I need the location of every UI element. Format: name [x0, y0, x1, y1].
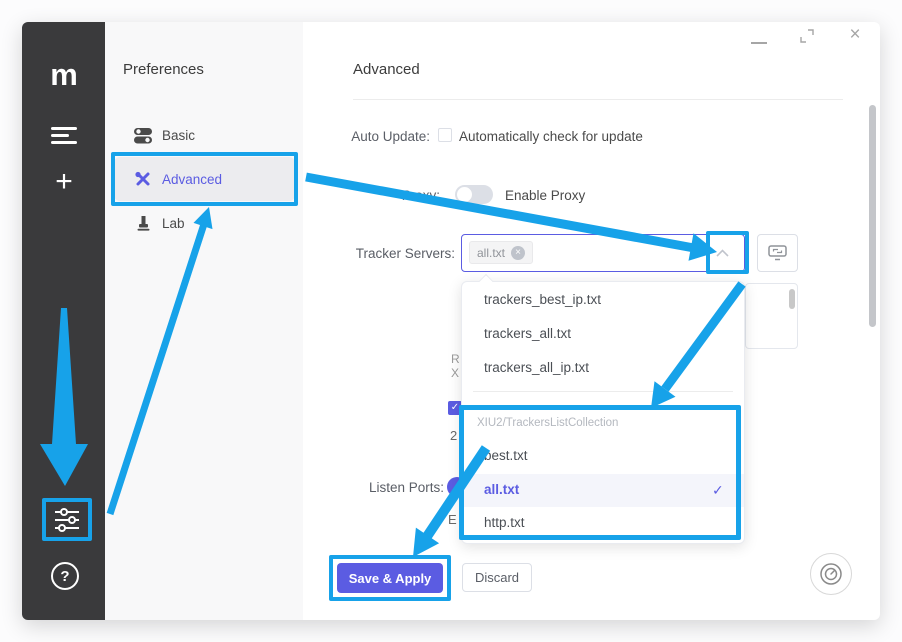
discard-button[interactable]: Discard [462, 563, 532, 592]
settings-sliders-icon[interactable] [53, 507, 81, 533]
proxy-option-label: Enable Proxy [505, 188, 585, 203]
title-divider [353, 99, 843, 100]
dropdown-group-divider [473, 391, 733, 392]
selected-tracker-tag: all.txt × [469, 241, 533, 264]
selected-check-icon: ✓ [712, 482, 724, 499]
listen-ports-label: Listen Ports: [264, 480, 444, 495]
add-task-icon[interactable]: + [48, 166, 80, 198]
page-scrollbar-thumb[interactable] [869, 105, 876, 327]
help-icon[interactable]: ? [51, 562, 79, 590]
hidden-caption-fragment-1: R [451, 352, 460, 366]
auto-update-option-label[interactable]: Automatically check for update [459, 129, 643, 144]
proxy-toggle-knob [457, 187, 472, 202]
motrix-logo-icon: m [44, 54, 84, 94]
tracker-servers-label: Tracker Servers: [275, 246, 455, 261]
maximize-icon[interactable] [800, 29, 814, 43]
dropdown-item-selected[interactable]: all.txt [484, 482, 519, 497]
sync-trackers-button[interactable] [757, 234, 798, 272]
hidden-caption-fragment-2: X [451, 366, 459, 380]
minimize-icon[interactable] [751, 42, 767, 44]
sidebar-item-basic[interactable]: Basic [162, 128, 195, 143]
dropdown-item[interactable]: trackers_all_ip.txt [484, 360, 589, 375]
task-list-icon[interactable] [51, 127, 79, 145]
dropdown-group-label: XIU2/TrackersListCollection [477, 417, 618, 429]
sidebar-item-advanced-label[interactable]: Advanced [162, 172, 222, 187]
auto-update-label: Auto Update: [250, 129, 430, 144]
auto-update-checkbox[interactable] [438, 128, 452, 142]
preferences-title: Preferences [123, 61, 204, 78]
textarea-scrollbar-thumb[interactable] [789, 289, 795, 309]
proxy-label: Proxy: [260, 188, 440, 203]
dropdown-item[interactable]: trackers_best_ip.txt [484, 292, 601, 307]
screenshot-stage: × m + ? Preferences Basic Advanced Lab A… [0, 0, 902, 642]
hidden-checked-checkbox[interactable]: ✓ [448, 401, 462, 415]
hidden-text-fragment-4: E [448, 512, 457, 527]
page-title: Advanced [353, 61, 420, 78]
chevron-up-icon[interactable] [716, 249, 729, 257]
selected-tracker-tag-label: all.txt [477, 246, 505, 260]
dropdown-item[interactable]: trackers_all.txt [484, 326, 571, 341]
save-apply-button[interactable]: Save & Apply [337, 563, 443, 593]
hidden-text-fragment-3: 2 [450, 428, 457, 443]
close-icon[interactable]: × [846, 26, 864, 44]
tag-remove-icon[interactable]: × [511, 246, 525, 260]
sync-screen-icon [768, 245, 787, 261]
dropdown-item[interactable]: best.txt [484, 448, 528, 463]
dropdown-item[interactable]: http.txt [484, 515, 525, 530]
preferences-panel [105, 22, 303, 620]
basic-toggles-icon [134, 127, 152, 144]
sidebar-item-lab[interactable]: Lab [162, 216, 185, 231]
speed-limit-button[interactable] [810, 553, 852, 595]
lab-icon [136, 215, 151, 231]
speedometer-icon [819, 562, 843, 586]
advanced-tools-icon [134, 171, 152, 188]
